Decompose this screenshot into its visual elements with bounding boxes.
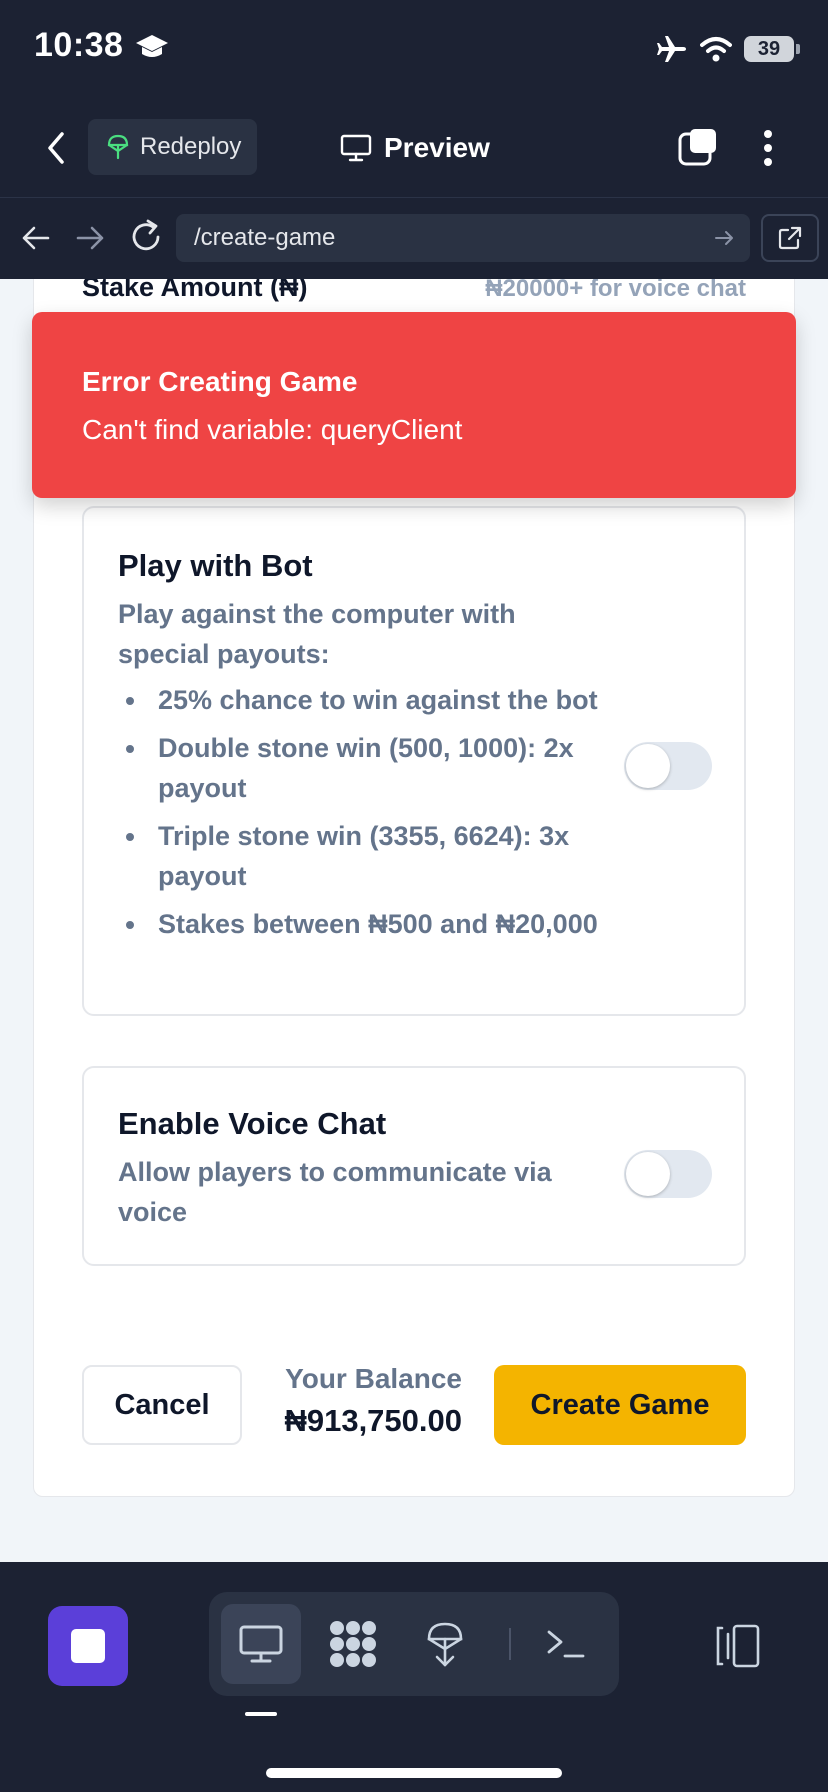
dock-tab-apps[interactable] (313, 1604, 393, 1684)
airplane-icon (657, 36, 686, 62)
list-item: Double stone win (500, 1000): 2x payout (118, 728, 638, 808)
terminal-icon (547, 1630, 585, 1658)
active-tab-indicator (245, 1712, 277, 1716)
stake-amount-label: Stake Amount (₦) (82, 279, 308, 302)
arrow-left-icon[interactable] (16, 218, 56, 258)
create-game-button[interactable]: Create Game (494, 1365, 746, 1445)
status-indicators: 39 (656, 34, 800, 64)
url-input[interactable]: /create-game (176, 214, 750, 262)
voice-chat-option: Enable Voice Chat Allow players to commu… (82, 1066, 746, 1266)
dock-tabs (209, 1592, 619, 1696)
panel-layout-icon[interactable] (712, 1620, 764, 1672)
monitor-icon (239, 1625, 283, 1663)
status-bar: 10:38 39 (0, 0, 828, 100)
preview-title: Preview (340, 124, 490, 172)
url-text: /create-game (194, 224, 336, 251)
toggle-knob (626, 1152, 670, 1196)
deploy-icon (427, 1622, 463, 1667)
list-item: Triple stone win (3355, 6624): 3x payout (118, 816, 638, 896)
voice-chat-description: Allow players to communicate via voice (118, 1157, 552, 1227)
play-with-bot-toggle[interactable] (624, 742, 712, 790)
url-bar: /create-game (0, 198, 828, 278)
list-item: 25% chance to win against the bot (118, 680, 638, 720)
preview-label: Preview (384, 132, 490, 163)
arrow-right-icon[interactable] (712, 226, 736, 250)
arrow-right-icon[interactable] (70, 218, 110, 258)
redeploy-button[interactable]: Redeploy (88, 119, 257, 175)
tabs-icon[interactable] (676, 126, 720, 170)
redeploy-label: Redeploy (140, 133, 242, 160)
graduation-cap-icon (136, 35, 168, 57)
battery-icon: 39 (744, 36, 800, 62)
dock-tab-preview[interactable] (221, 1604, 301, 1684)
deploy-icon (107, 134, 129, 160)
bot-payout-list: 25% chance to win against the bot Double… (118, 680, 638, 952)
dock-tab-deploy[interactable] (405, 1604, 485, 1684)
cancel-button[interactable]: Cancel (82, 1365, 242, 1445)
play-with-bot-option: Play with Bot Play against the computer … (82, 506, 746, 1016)
external-link-icon (778, 226, 802, 250)
voice-chat-toggle[interactable] (624, 1150, 712, 1198)
open-external-button[interactable] (761, 214, 819, 262)
voice-chat-title: Enable Voice Chat (118, 1106, 387, 1141)
monitor-icon (340, 134, 372, 162)
dock-tab-terminal[interactable] (525, 1604, 605, 1684)
error-title: Error Creating Game (82, 366, 358, 397)
top-toolbar: Redeploy Preview (0, 100, 828, 198)
error-message: Can't find variable: queryClient (82, 414, 463, 445)
play-with-bot-title: Play with Bot (118, 548, 313, 583)
home-indicator[interactable] (266, 1768, 562, 1778)
more-vertical-icon[interactable] (752, 126, 784, 170)
reload-icon[interactable] (126, 216, 166, 258)
stop-button[interactable] (48, 1606, 128, 1686)
stake-amount-hint: ₦20000+ for voice chat (485, 279, 746, 302)
chevron-left-icon[interactable] (40, 128, 72, 168)
apps-grid-icon (330, 1621, 376, 1667)
toggle-knob (626, 744, 670, 788)
balance-label: Your Balance (285, 1363, 462, 1394)
wifi-icon (700, 37, 732, 62)
status-time: 10:38 (34, 26, 124, 64)
bottom-dock (0, 1562, 828, 1792)
balance-value: ₦913,750.00 (284, 1403, 462, 1438)
dock-divider (509, 1628, 511, 1660)
stop-icon (71, 1629, 105, 1663)
play-with-bot-description: Play against the computer with special p… (118, 599, 516, 669)
error-toast[interactable]: Error Creating Game Can't find variable:… (32, 312, 796, 498)
list-item: Stakes between ₦500 and ₦20,000 (118, 904, 638, 944)
